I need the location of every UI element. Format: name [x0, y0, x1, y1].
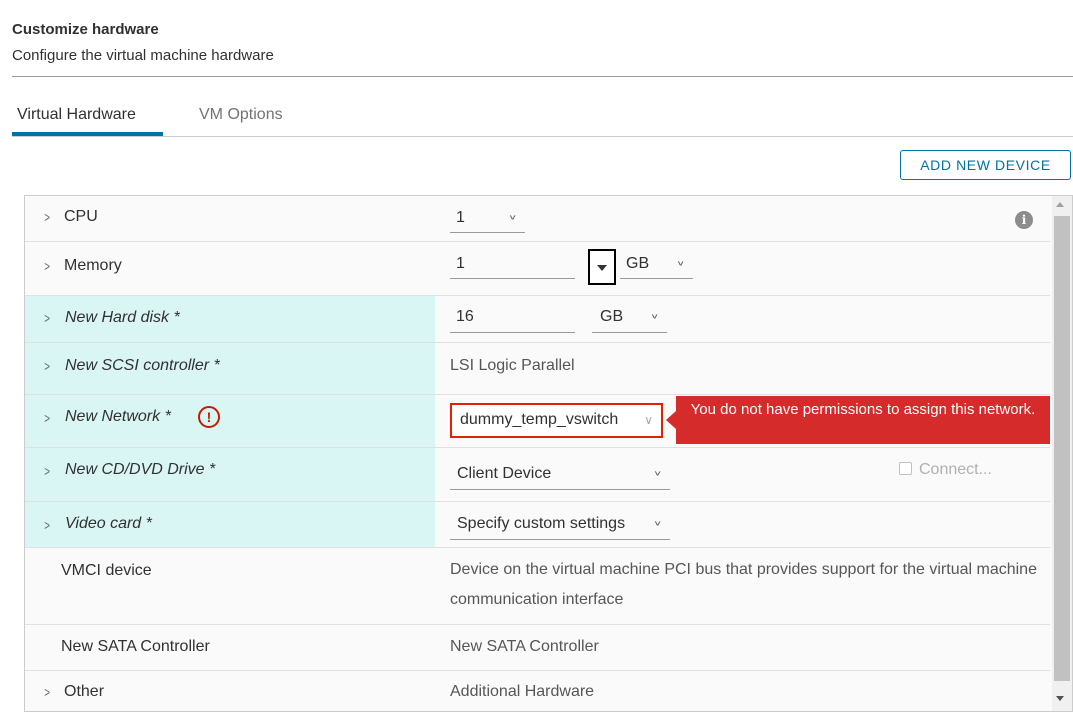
other-value: Additional Hardware: [450, 683, 595, 700]
row-network: > New Network * ! dummy_temp_vswitch ∨ Y…: [25, 395, 1050, 448]
chevron-right-icon[interactable]: >: [44, 684, 50, 700]
chevron-right-icon[interactable]: >: [44, 358, 50, 374]
video-card-value: Specify custom settings: [457, 515, 626, 532]
add-new-device-button[interactable]: ADD NEW DEVICE: [900, 150, 1071, 180]
hard-disk-unit: GB: [600, 308, 624, 325]
chevron-down-icon: ∨: [676, 258, 685, 268]
chevron-down-icon: ∨: [653, 468, 662, 478]
tab-vm-options[interactable]: VM Options: [199, 106, 283, 124]
chevron-right-icon[interactable]: >: [44, 310, 50, 326]
hard-disk-value: 16: [456, 308, 474, 325]
other-label: Other: [64, 683, 105, 700]
cd-dvd-select[interactable]: Client Device ∨: [450, 461, 670, 490]
chevron-down-icon: ∨: [644, 413, 653, 427]
memory-input[interactable]: 1: [450, 253, 575, 279]
vmci-value: Device on the virtual machine PCI bus th…: [450, 561, 1037, 608]
scroll-down-arrow-icon[interactable]: [1056, 696, 1064, 701]
chevron-right-icon[interactable]: >: [44, 517, 50, 533]
video-card-select[interactable]: Specify custom settings ∨: [450, 511, 670, 540]
memory-label: Memory: [64, 257, 122, 274]
video-card-label: Video card *: [65, 515, 152, 532]
hard-disk-label: New Hard disk *: [65, 309, 180, 326]
cd-dvd-value: Client Device: [457, 465, 552, 482]
row-vmci-device: VMCI device Device on the virtual machin…: [25, 548, 1050, 625]
tab-virtual-hardware[interactable]: Virtual Hardware: [17, 106, 136, 124]
error-exclamation-icon: !: [198, 406, 220, 428]
chevron-right-icon[interactable]: >: [44, 258, 50, 274]
network-label: New Network *: [65, 408, 171, 425]
row-scsi-controller: > New SCSI controller * LSI Logic Parall…: [25, 343, 1050, 395]
connect-label: Connect...: [919, 461, 992, 478]
chevron-right-icon[interactable]: >: [44, 463, 50, 479]
row-cd-dvd-drive: > New CD/DVD Drive * Client Device ∨ Con…: [25, 448, 1050, 502]
page-title: Customize hardware: [12, 21, 159, 38]
cd-dvd-label: New CD/DVD Drive *: [65, 461, 216, 478]
chevron-right-icon[interactable]: >: [44, 410, 50, 426]
network-value: dummy_temp_vswitch: [460, 411, 619, 428]
tabs-divider: [12, 136, 1073, 137]
caret-down-icon: [597, 265, 607, 271]
scsi-label: New SCSI controller *: [65, 357, 220, 374]
vmci-label: VMCI device: [61, 562, 152, 579]
scroll-up-arrow-icon[interactable]: [1056, 202, 1064, 207]
cpu-select[interactable]: 1 ∨: [450, 207, 525, 233]
memory-unit-select[interactable]: GB ∨: [620, 253, 693, 279]
header-divider: [12, 76, 1073, 77]
chevron-down-icon: ∨: [650, 311, 659, 321]
cpu-label: CPU: [64, 208, 98, 225]
hardware-grid: > CPU 1 ∨ i > Memory 1 GB ∨ > New Hard d…: [24, 195, 1073, 712]
cpu-value: 1: [456, 209, 465, 226]
tooltip-arrow: [666, 411, 676, 429]
network-select[interactable]: dummy_temp_vswitch ∨: [450, 403, 663, 438]
network-error-tooltip: You do not have permissions to assign th…: [676, 396, 1050, 444]
row-cpu: > CPU 1 ∨ i: [25, 196, 1050, 242]
memory-dropdown-button[interactable]: [588, 249, 616, 285]
page-subtitle: Configure the virtual machine hardware: [12, 47, 274, 64]
chevron-down-icon: ∨: [508, 212, 517, 222]
info-icon[interactable]: i: [1015, 211, 1033, 229]
connect-checkbox[interactable]: [899, 462, 912, 475]
memory-value: 1: [456, 255, 465, 272]
scrollbar-thumb[interactable]: [1054, 216, 1070, 681]
scsi-value: LSI Logic Parallel: [450, 357, 575, 374]
row-sata-controller: New SATA Controller New SATA Controller: [25, 625, 1050, 671]
memory-unit: GB: [626, 255, 650, 272]
hard-disk-unit-select[interactable]: GB ∨: [592, 306, 667, 333]
row-other: > Other Additional Hardware: [25, 671, 1050, 711]
sata-label: New SATA Controller: [61, 638, 210, 655]
chevron-down-icon: ∨: [653, 518, 662, 528]
sata-value: New SATA Controller: [450, 638, 599, 655]
chevron-right-icon[interactable]: >: [44, 209, 50, 225]
hard-disk-input[interactable]: 16: [450, 306, 575, 333]
row-memory: > Memory 1 GB ∨: [25, 242, 1050, 296]
row-hard-disk: > New Hard disk * 16 GB ∨: [25, 296, 1050, 343]
row-video-card: > Video card * Specify custom settings ∨: [25, 502, 1050, 548]
